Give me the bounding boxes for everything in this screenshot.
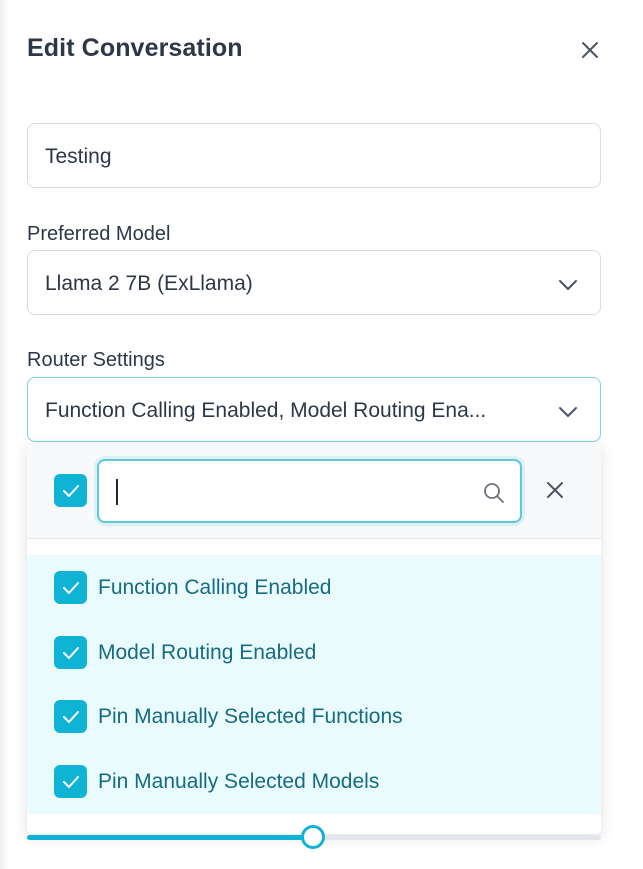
preferred-model-value: Llama 2 7B (ExLlama) [45, 272, 253, 295]
router-settings-select[interactable]: Function Calling Enabled, Model Routing … [27, 377, 601, 442]
slider-fill [27, 835, 314, 840]
close-icon [547, 482, 563, 498]
option-pin-models[interactable]: Pin Manually Selected Models [27, 749, 601, 814]
close-icon [582, 42, 598, 58]
option-label: Model Routing Enabled [98, 641, 317, 664]
slider-track[interactable] [27, 825, 601, 849]
option-label: Function Calling Enabled [98, 576, 332, 599]
text-caret [116, 479, 118, 505]
dropdown-options-list: Function Calling Enabled Model Routing E… [27, 555, 601, 814]
router-settings-dropdown: Function Calling Enabled Model Routing E… [27, 442, 601, 834]
dropdown-header [27, 442, 601, 539]
chevron-down-icon [559, 280, 577, 290]
option-checkbox[interactable] [54, 700, 87, 733]
option-function-calling[interactable]: Function Calling Enabled [27, 555, 601, 620]
conversation-name-value: Testing [45, 145, 112, 168]
option-checkbox[interactable] [54, 765, 87, 798]
check-icon [62, 646, 79, 659]
option-model-routing[interactable]: Model Routing Enabled [27, 620, 601, 685]
preferred-model-label: Preferred Model [27, 223, 171, 245]
close-button[interactable] [574, 34, 606, 66]
panel-edge-shadow [0, 0, 8, 869]
chevron-down-icon [559, 407, 577, 417]
preferred-model-select[interactable]: Llama 2 7B (ExLlama) [27, 250, 601, 315]
select-all-checkbox[interactable] [54, 474, 87, 507]
slider-thumb[interactable] [301, 825, 326, 849]
search-icon [484, 483, 504, 503]
option-label: Pin Manually Selected Functions [98, 705, 403, 728]
option-label: Pin Manually Selected Models [98, 770, 380, 793]
check-icon [62, 484, 79, 497]
dropdown-search-input[interactable] [97, 459, 522, 523]
router-settings-value: Function Calling Enabled, Model Routing … [45, 399, 487, 422]
option-checkbox[interactable] [54, 636, 87, 669]
check-icon [62, 581, 79, 594]
check-icon [62, 710, 79, 723]
edit-conversation-panel: Edit Conversation Testing Preferred Mode… [0, 0, 643, 869]
router-settings-label: Router Settings [27, 349, 165, 371]
conversation-name-input[interactable]: Testing [27, 123, 601, 188]
option-checkbox[interactable] [54, 571, 87, 604]
dialog-title: Edit Conversation [27, 34, 243, 62]
check-icon [62, 775, 79, 788]
clear-selection-button[interactable] [539, 474, 571, 506]
option-pin-functions[interactable]: Pin Manually Selected Functions [27, 684, 601, 749]
